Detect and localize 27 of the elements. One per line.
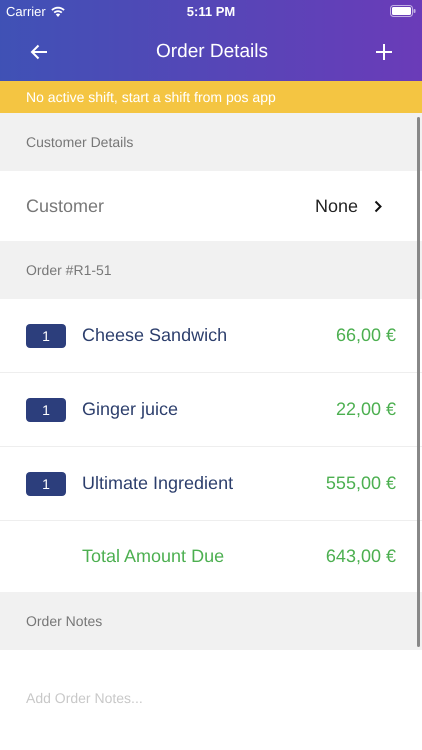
section-title: Order Notes: [26, 613, 102, 629]
carrier-name: Carrier: [6, 4, 46, 18]
customer-label: Customer: [26, 196, 106, 216]
customer-row[interactable]: Customer None: [0, 171, 422, 241]
total-amount: 643,00 €: [326, 546, 396, 567]
back-arrow-icon[interactable]: [30, 44, 48, 60]
item-price: 555,00 €: [326, 473, 396, 494]
status-time: 5:11 PM: [186, 4, 236, 18]
chevron-right-icon: [374, 200, 382, 212]
page-title: Order Details: [156, 40, 268, 62]
customer-value: None: [314, 196, 358, 216]
item-name: Ginger juice: [82, 399, 180, 420]
item-name: Cheese Sandwich: [82, 325, 228, 346]
wifi-icon: [50, 6, 65, 16]
section-title: Order #R1-51: [26, 262, 112, 278]
item-price: 22,00 €: [336, 399, 396, 420]
battery-icon: [390, 5, 416, 17]
item-name: Ultimate Ingredient: [82, 473, 234, 494]
quantity-badge: 1: [26, 398, 66, 422]
section-title: Customer Details: [26, 134, 134, 150]
scroll-bar[interactable]: [417, 117, 420, 647]
quantity-badge: 1: [26, 324, 66, 348]
item-price: 66,00 €: [336, 325, 396, 346]
quantity-badge: 1: [26, 472, 66, 496]
add-icon[interactable]: [376, 44, 392, 60]
total-label: Total Amount Due: [82, 546, 226, 567]
banner-text: No active shift, start a shift from pos app: [26, 89, 276, 105]
